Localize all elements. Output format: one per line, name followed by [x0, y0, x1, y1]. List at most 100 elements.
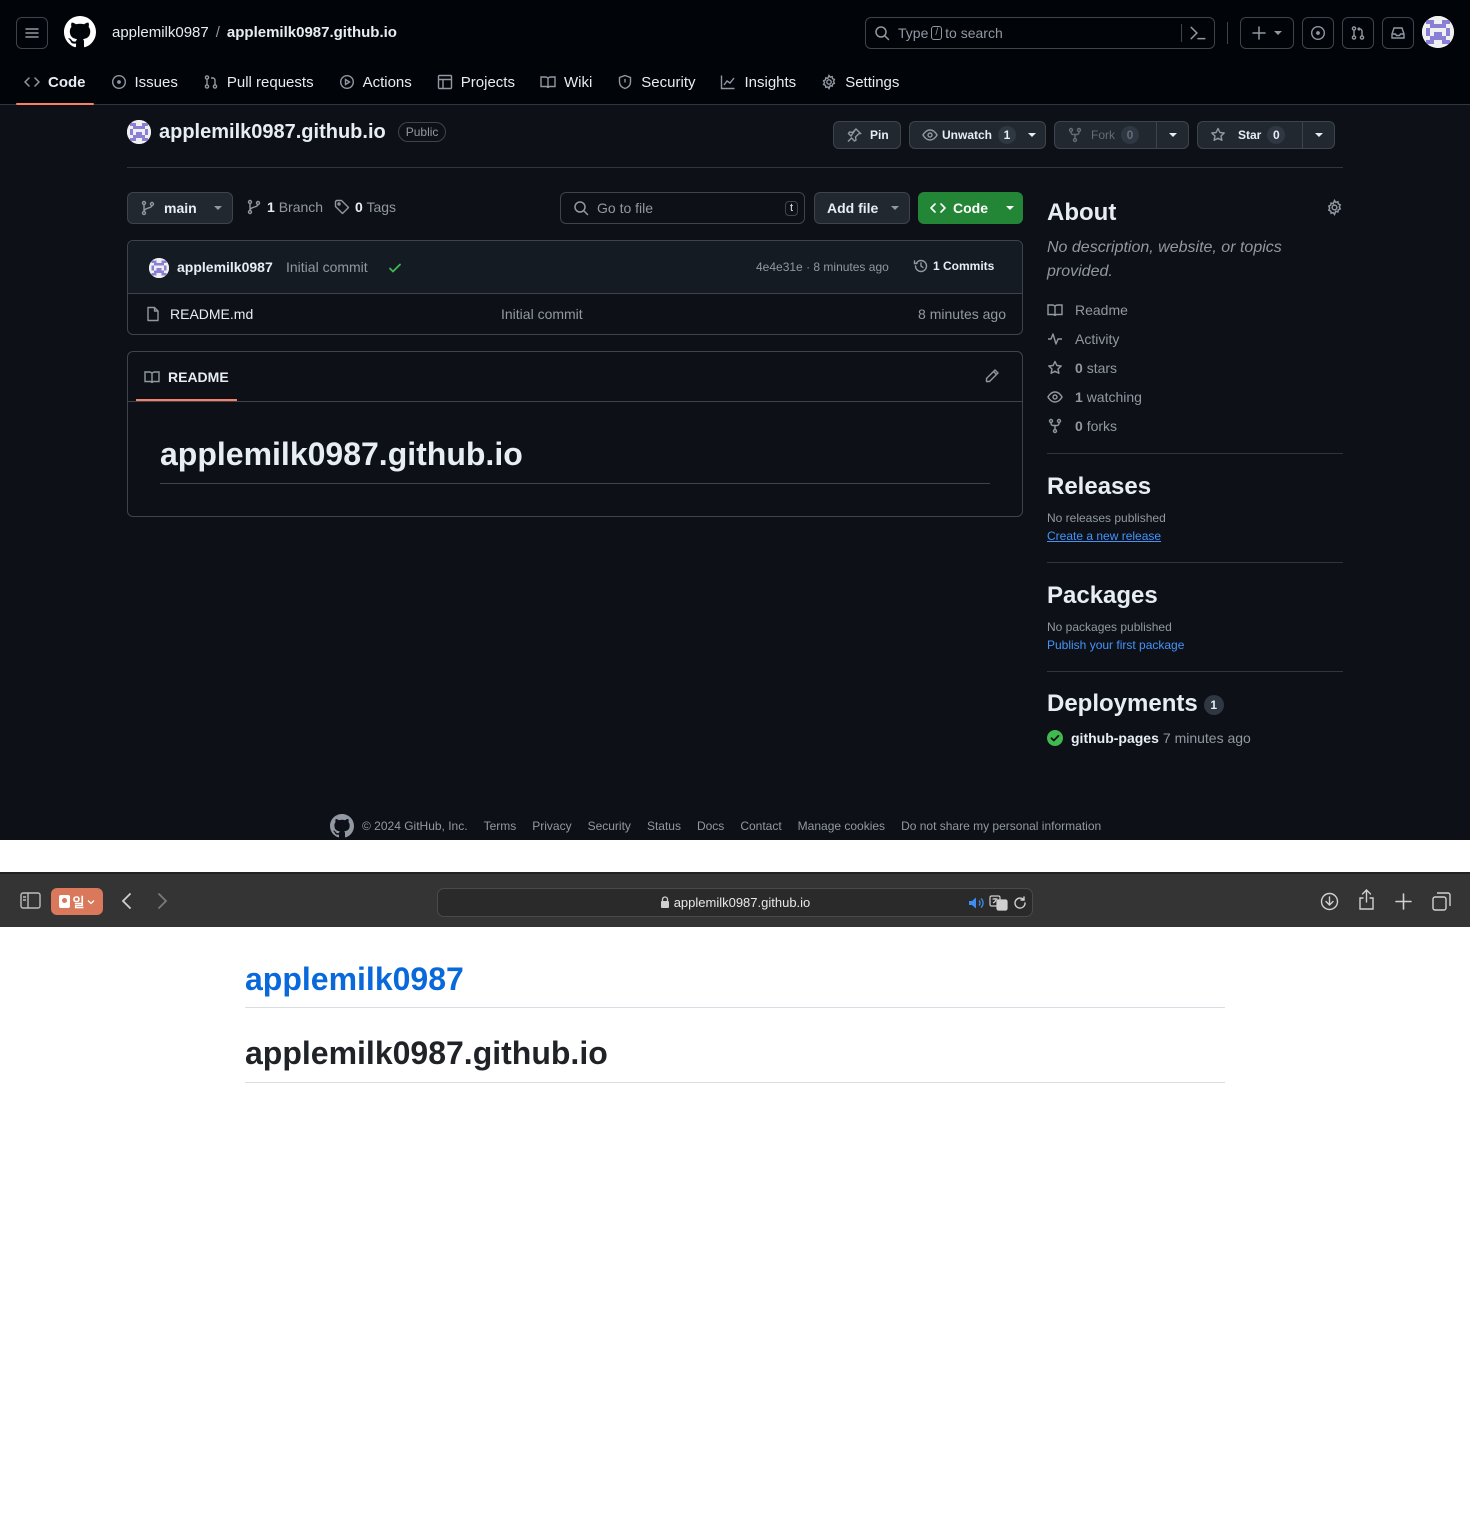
footer-link-privacy[interactable]: Privacy [532, 819, 571, 833]
star-icon [1211, 127, 1225, 141]
table-row[interactable]: README.md Initial commit 8 minutes ago [128, 294, 1022, 334]
repo-name[interactable]: applemilk0987.github.io [159, 121, 386, 144]
pin-button[interactable]: Pin [833, 121, 901, 149]
footer-link-do-not-share[interactable]: Do not share my personal information [901, 819, 1101, 833]
commit-sha[interactable]: 4e4e31e [756, 260, 803, 274]
back-icon[interactable] [121, 892, 133, 910]
shield-icon [619, 74, 632, 90]
forks-link[interactable]: 0 forks [1047, 418, 1117, 434]
unwatch-button[interactable]: Unwatch 1 [909, 121, 1046, 149]
star-button[interactable]: Star 0 [1197, 121, 1335, 149]
site-title-link[interactable]: applemilk0987 [245, 961, 464, 998]
breadcrumb-separator: / [215, 24, 220, 41]
publish-package-link[interactable]: Publish your first package [1047, 638, 1184, 652]
add-file-button[interactable]: Add file [814, 192, 910, 224]
star-dropdown[interactable] [1303, 130, 1334, 140]
caret-down-icon [891, 206, 900, 210]
caret-down-icon [213, 206, 222, 210]
tags-link[interactable]: 0 Tags [334, 199, 396, 215]
commit-author[interactable]: applemilk0987 [177, 259, 273, 275]
sidebar-toggle-icon[interactable] [20, 892, 41, 909]
tab-wiki[interactable]: Wiki [532, 64, 600, 100]
tab-group-label: 일 [72, 895, 85, 910]
tab-security[interactable]: Security [609, 64, 703, 100]
deployments-title: Deployments [1047, 690, 1198, 717]
github-page: applemilk0987 / applemilk0987.github.io Ty… [0, 0, 1470, 840]
issues-button[interactable] [1302, 17, 1334, 49]
address-bar[interactable]: applemilk0987.github.io [437, 888, 1033, 917]
tab-issues[interactable]: Issues [103, 64, 186, 100]
deployment-name[interactable]: github-pages [1071, 730, 1159, 746]
caret-down-icon [1027, 133, 1036, 137]
tab-pull-requests[interactable]: Pull requests [195, 64, 322, 100]
releases-title[interactable]: Releases [1047, 473, 1151, 501]
code-button[interactable]: Code [918, 192, 1023, 224]
check-icon[interactable] [387, 260, 403, 276]
gear-icon [822, 74, 836, 90]
breadcrumb-repo[interactable]: applemilk0987.github.io [227, 24, 397, 41]
fork-button[interactable]: Fork 0 [1054, 121, 1189, 149]
deployment-item: github-pages 7 minutes ago [1047, 730, 1251, 746]
gear-icon[interactable] [1326, 199, 1343, 216]
packages-title[interactable]: Packages [1047, 582, 1158, 610]
commit-author-avatar[interactable] [149, 258, 169, 278]
footer-link-contact[interactable]: Contact [740, 819, 781, 833]
tab-insights[interactable]: Insights [712, 64, 804, 100]
create-new-button[interactable] [1240, 17, 1294, 49]
menu-button[interactable] [16, 17, 48, 49]
user-avatar[interactable] [1422, 16, 1454, 48]
owner-avatar[interactable] [127, 120, 151, 144]
share-icon[interactable] [1358, 889, 1375, 911]
footer-link-security[interactable]: Security [588, 819, 631, 833]
breadcrumb-owner[interactable]: applemilk0987 [112, 24, 209, 41]
forward-icon[interactable] [156, 892, 168, 910]
deployments-heading[interactable]: Deployments 1 [1047, 690, 1224, 718]
tab-code[interactable]: Code [16, 64, 94, 105]
pull-request-icon [204, 75, 218, 89]
footer-link-terms[interactable]: Terms [484, 819, 517, 833]
tab-projects[interactable]: Projects [429, 64, 523, 100]
unwatch-dropdown[interactable] [1018, 130, 1045, 140]
reload-icon[interactable] [1013, 896, 1027, 910]
branch-label: Branch [278, 199, 324, 215]
code-icon [930, 203, 946, 213]
new-tab-icon[interactable] [1395, 893, 1412, 910]
activity-link[interactable]: Activity [1047, 331, 1119, 347]
create-release-link[interactable]: Create a new release [1047, 529, 1161, 543]
watching-link[interactable]: 1 watching [1047, 389, 1142, 405]
pull-requests-button[interactable] [1342, 17, 1374, 49]
readme-tab[interactable]: README [136, 352, 237, 401]
tab-overview-icon[interactable] [1432, 892, 1451, 911]
fork-dropdown[interactable] [1157, 130, 1188, 140]
footer-link-status[interactable]: Status [647, 819, 681, 833]
speaker-icon[interactable] [968, 896, 986, 910]
stars-link[interactable]: 0 stars [1047, 360, 1117, 376]
commit-message[interactable]: Initial commit [286, 259, 368, 275]
search-placeholder-suffix: to search [945, 25, 1003, 41]
command-palette-icon[interactable] [1189, 24, 1207, 42]
github-logo-icon[interactable] [64, 16, 96, 48]
tab-settings[interactable]: Settings [813, 64, 907, 100]
commit-meta: 4e4e31e · 8 minutes ago [756, 260, 889, 274]
visibility-badge: Public [397, 122, 447, 142]
branch-selector[interactable]: main [127, 192, 233, 224]
readme-tab-label: README [168, 368, 229, 385]
search-placeholder-prefix: Type [898, 25, 929, 41]
footer-link-manage-cookies[interactable]: Manage cookies [798, 819, 885, 833]
go-to-file-input[interactable]: Go to file t [560, 192, 805, 224]
downloads-icon[interactable] [1320, 892, 1339, 911]
file-name[interactable]: README.md [170, 306, 253, 322]
inbox-icon [1391, 27, 1405, 39]
inbox-button[interactable] [1382, 17, 1414, 49]
translate-icon[interactable] [989, 895, 1009, 911]
file-commit-message[interactable]: Initial commit [501, 306, 583, 322]
commits-link[interactable]: 1 Commits [913, 258, 994, 274]
tab-group-button[interactable]: 일 [51, 888, 103, 915]
pencil-icon[interactable] [984, 368, 1000, 384]
github-logo-icon[interactable] [330, 814, 354, 838]
readme-link[interactable]: Readme [1047, 302, 1128, 318]
tab-actions[interactable]: Actions [331, 64, 420, 100]
branches-link[interactable]: 1 Branch [246, 199, 323, 215]
global-search-input[interactable]: Type / to search [865, 17, 1215, 49]
footer-link-docs[interactable]: Docs [697, 819, 724, 833]
